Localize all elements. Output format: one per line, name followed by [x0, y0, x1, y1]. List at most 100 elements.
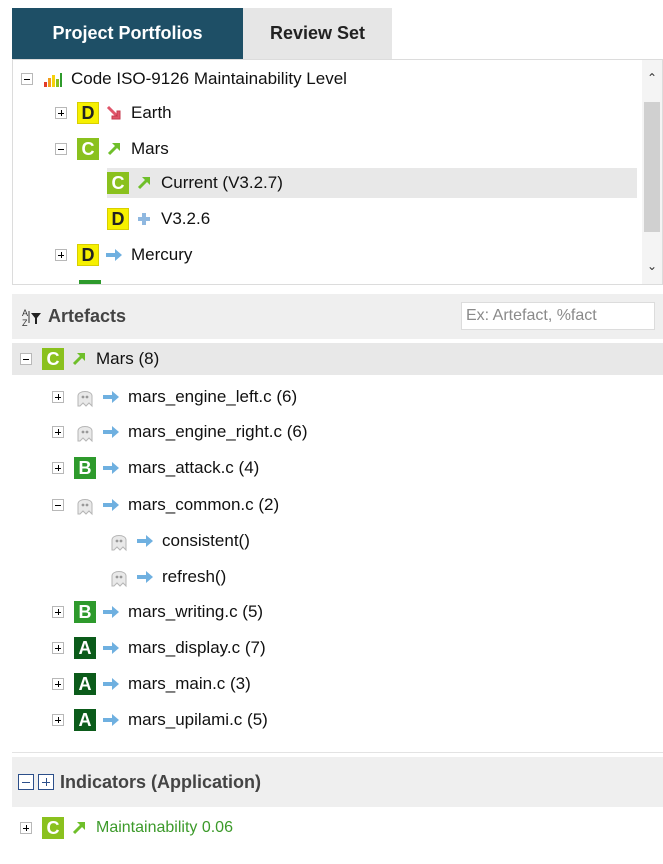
grade-badge: A — [74, 673, 96, 695]
expand-toggle[interactable] — [52, 642, 64, 654]
expand-toggle[interactable] — [52, 462, 64, 474]
artefact-label: mars_main.c (3) — [128, 674, 251, 693]
grade-badge: D — [77, 102, 99, 124]
artefact-label: mars_upilami.c (5) — [128, 710, 268, 729]
indicator-label: Maintainability 0.06 — [96, 819, 233, 836]
stable-arrow-icon — [102, 712, 120, 728]
artefacts-header: A Z Artefacts — [12, 294, 663, 339]
artefact-label: mars_engine_right.c (6) — [128, 422, 308, 441]
indicator-maintainability[interactable]: C Maintainability 0.06 — [20, 813, 233, 843]
artefact-item[interactable]: Amars_main.c (3) — [52, 669, 251, 699]
artefact-root-mars[interactable]: C Mars (8) — [20, 344, 159, 374]
stable-arrow-icon — [136, 569, 154, 585]
artefact-item[interactable]: consistent() — [108, 526, 250, 556]
trend-up-arrow-icon — [135, 175, 153, 191]
artefact-label: mars_display.c (7) — [128, 638, 266, 657]
tree-item-label: V3.2.6 — [161, 209, 211, 228]
stable-arrow-icon — [102, 640, 120, 656]
artefact-label: mars_engine_left.c (6) — [128, 387, 298, 406]
stable-arrow-icon — [105, 247, 123, 263]
expand-toggle[interactable] — [20, 822, 32, 834]
bar-chart-icon — [43, 71, 63, 87]
expand-toggle[interactable] — [52, 391, 64, 403]
tree-item-label: Earth — [131, 103, 172, 122]
tree-item-label: Mars — [131, 139, 169, 158]
grade-badge: A — [74, 709, 96, 731]
new-plus-icon — [135, 211, 153, 227]
scroll-up-icon[interactable]: ⌃ — [646, 72, 658, 84]
svg-text:A: A — [22, 308, 28, 318]
artefact-item[interactable]: mars_engine_left.c (6) — [52, 382, 297, 412]
stable-arrow-icon — [102, 604, 120, 620]
expand-toggle[interactable] — [52, 426, 64, 438]
sort-filter-icon[interactable]: A Z — [22, 307, 42, 327]
tree-item-mars[interactable]: C Mars — [55, 134, 169, 164]
no-grade-ghost-icon — [74, 386, 96, 408]
tab-review-set[interactable]: Review Set — [243, 8, 392, 59]
trend-up-arrow-icon — [70, 820, 88, 836]
trend-up-arrow-icon — [105, 141, 123, 157]
artefact-item[interactable]: mars_engine_right.c (6) — [52, 417, 308, 447]
artefact-item[interactable]: mars_common.c (2) — [52, 490, 279, 520]
artefact-item[interactable]: Bmars_writing.c (5) — [52, 597, 263, 627]
divider — [12, 752, 663, 753]
collapse-all-icon[interactable] — [18, 774, 34, 790]
stable-arrow-icon — [102, 389, 120, 405]
expand-all-icon[interactable] — [38, 774, 54, 790]
tree-root-label: Code ISO-9126 Maintainability Level — [71, 69, 347, 88]
no-grade-ghost-icon — [74, 421, 96, 443]
grade-badge: B — [74, 457, 96, 479]
artefact-label: mars_common.c (2) — [128, 495, 280, 514]
artefact-label: refresh() — [162, 567, 227, 586]
expand-toggle[interactable] — [52, 714, 64, 726]
tree-item-v326[interactable]: D V3.2.6 — [107, 204, 210, 234]
stable-arrow-icon — [102, 497, 120, 513]
trend-down-arrow-icon — [105, 105, 123, 121]
artefact-search-input[interactable] — [461, 302, 655, 330]
artefact-label: mars_writing.c (5) — [128, 602, 264, 621]
expand-toggle[interactable] — [55, 249, 67, 261]
no-grade-ghost-icon — [108, 530, 130, 552]
scroll-down-icon[interactable]: ⌄ — [646, 260, 658, 272]
tree-item-current-version[interactable]: C Current (V3.2.7) — [107, 168, 637, 198]
expand-toggle[interactable] — [52, 678, 64, 690]
grade-badge-partial — [79, 280, 101, 284]
tree-item-earth[interactable]: D Earth — [55, 98, 172, 128]
vertical-scrollbar[interactable]: ⌃ ⌄ — [642, 60, 662, 284]
artefact-item[interactable]: refresh() — [108, 562, 226, 592]
collapse-toggle[interactable] — [21, 73, 33, 85]
tree-item-mercury[interactable]: D Mercury — [55, 240, 192, 270]
artefacts-title: Artefacts — [48, 306, 127, 326]
grade-badge: C — [77, 138, 99, 160]
tree-root-row[interactable]: Code ISO-9126 Maintainability Level — [21, 64, 347, 94]
tree-item-label: Mercury — [131, 245, 193, 264]
indicators-header: Indicators (Application) — [12, 757, 663, 807]
trend-up-arrow-icon — [70, 351, 88, 367]
scrollbar-thumb[interactable] — [644, 102, 660, 232]
artefact-label: Mars (8) — [96, 349, 160, 368]
portfolio-tree-panel: Code ISO-9126 Maintainability Level D Ea… — [12, 59, 663, 285]
grade-badge: C — [107, 172, 129, 194]
stable-arrow-icon — [136, 533, 154, 549]
expand-toggle[interactable] — [55, 107, 67, 119]
no-grade-ghost-icon — [108, 566, 130, 588]
grade-badge: C — [42, 348, 64, 370]
portfolio-tabs: Project Portfolios Review Set — [12, 8, 392, 59]
artefact-item[interactable]: Bmars_attack.c (4) — [52, 453, 259, 483]
grade-badge: B — [74, 601, 96, 623]
stable-arrow-icon — [102, 424, 120, 440]
indicators-title: Indicators (Application) — [60, 771, 262, 792]
artefact-label: consistent() — [162, 531, 250, 550]
grade-badge: D — [77, 244, 99, 266]
expand-toggle[interactable] — [52, 606, 64, 618]
collapse-toggle[interactable] — [20, 353, 32, 365]
tab-project-portfolios[interactable]: Project Portfolios — [12, 8, 243, 59]
svg-text:Z: Z — [22, 318, 28, 327]
grade-badge: A — [74, 637, 96, 659]
collapse-toggle[interactable] — [55, 143, 67, 155]
artefact-item[interactable]: Amars_display.c (7) — [52, 633, 266, 663]
grade-badge: D — [107, 208, 129, 230]
artefact-item[interactable]: Amars_upilami.c (5) — [52, 705, 268, 735]
collapse-toggle[interactable] — [52, 499, 64, 511]
stable-arrow-icon — [102, 460, 120, 476]
